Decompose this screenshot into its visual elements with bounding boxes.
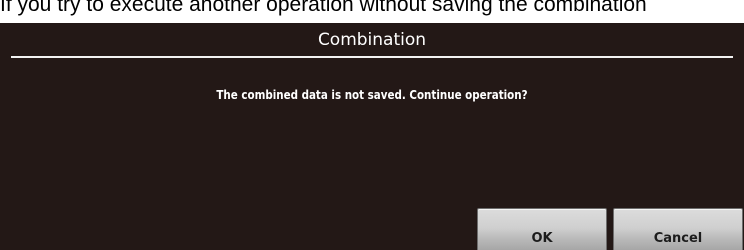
- combination-dialog: Combination The combined data is not sav…: [0, 23, 744, 250]
- ok-button-label: OK: [531, 231, 553, 246]
- dialog-message: The combined data is not saved. Continue…: [216, 88, 528, 102]
- ok-button[interactable]: OK: [477, 208, 607, 250]
- dialog-title: Combination: [317, 30, 427, 50]
- cancel-button-label: Cancel: [653, 231, 703, 246]
- instruction-caption: If you try to execute another operation …: [0, 0, 647, 16]
- cancel-button[interactable]: Cancel: [613, 208, 743, 250]
- title-divider: [11, 56, 733, 58]
